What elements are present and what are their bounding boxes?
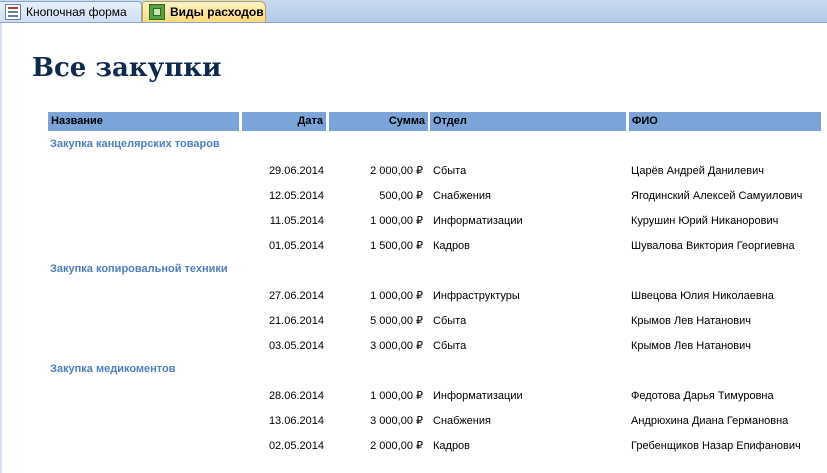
cell-sum: 1 000,00 ₽ xyxy=(370,390,423,402)
cell-fio: Ягодинский Алексей Самуилович xyxy=(631,190,803,202)
cell-date: 12.05.2014 xyxy=(268,190,324,202)
column-header-department: Отдел xyxy=(430,112,626,131)
cell-fio: Федотова Дарья Тимуровна xyxy=(631,390,774,402)
cell-date: 02.05.2014 xyxy=(268,440,324,452)
cell-department: Сбыта xyxy=(433,340,467,352)
tab-label: Виды расходов xyxy=(170,5,264,19)
tab-label: Кнопочная форма xyxy=(26,5,127,19)
cell-department: Снабжения xyxy=(433,415,491,427)
column-header-name: Название xyxy=(48,112,239,131)
cell-department: Снабжения xyxy=(433,190,491,202)
form-icon xyxy=(5,4,21,20)
cell-sum: 3 000,00 ₽ xyxy=(370,340,423,352)
cell-department: Инфраструктуры xyxy=(433,290,520,302)
table-row: 13.06.2014 3 000,00 ₽ Снабжения Андрюхин… xyxy=(2,412,827,430)
cell-date: 29.06.2014 xyxy=(268,165,324,177)
cell-sum: 1 500,00 ₽ xyxy=(370,240,423,252)
cell-sum: 2 000,00 ₽ xyxy=(370,165,423,177)
column-header-fio: ФИО xyxy=(629,112,821,131)
table-row: 01.05.2014 1 500,00 ₽ Кадров Шувалова Ви… xyxy=(2,237,827,255)
cell-department: Информатизации xyxy=(433,390,523,402)
cell-fio: Гребенщиков Назар Епифанович xyxy=(631,440,801,452)
table-row: 27.06.2014 1 000,00 ₽ Инфраструктуры Шве… xyxy=(2,287,827,305)
table-row: 02.05.2014 2 000,00 ₽ Кадров Гребенщиков… xyxy=(2,437,827,455)
table-row: 03.05.2014 3 000,00 ₽ Сбыта Крымов Лев Н… xyxy=(2,337,827,355)
cell-fio: Царёв Андрей Данилевич xyxy=(631,165,764,177)
table-row: 21.06.2014 5 000,00 ₽ Сбыта Крымов Лев Н… xyxy=(2,312,827,330)
cell-sum: 500,00 ₽ xyxy=(379,190,423,202)
group-header: Закупка копировальной техники xyxy=(50,263,228,275)
tab-expense-types[interactable]: Виды расходов xyxy=(142,1,266,22)
cell-department: Кадров xyxy=(433,440,471,452)
cell-date: 03.05.2014 xyxy=(268,340,324,352)
cell-fio: Андрюхина Диана Германовна xyxy=(631,415,789,427)
table-row: 12.05.2014 500,00 ₽ Снабжения Ягодинский… xyxy=(2,187,827,205)
cell-fio: Крымов Лев Натанович xyxy=(631,340,752,352)
cell-fio: Швецова Юлия Николаевна xyxy=(631,290,774,302)
cell-department: Кадров xyxy=(433,240,471,252)
column-header-date: Дата xyxy=(242,112,326,131)
cell-department: Сбыта xyxy=(433,315,467,327)
report-title: Все закупки xyxy=(32,53,222,83)
cell-sum: 5 000,00 ₽ xyxy=(370,315,423,327)
cell-date: 11.05.2014 xyxy=(269,215,324,227)
group-header: Закупка канцелярских товаров xyxy=(50,138,220,150)
cell-fio: Шувалова Виктория Георгиевна xyxy=(631,240,795,252)
cell-sum: 1 000,00 ₽ xyxy=(370,215,423,227)
table-row: 28.06.2014 1 000,00 ₽ Информатизации Фед… xyxy=(2,387,827,405)
report-icon xyxy=(149,4,165,20)
cell-fio: Курушин Юрий Никанорович xyxy=(631,215,779,227)
cell-department: Сбыта xyxy=(433,165,467,177)
cell-date: 21.06.2014 xyxy=(268,315,324,327)
cell-sum: 3 000,00 ₽ xyxy=(370,415,423,427)
cell-date: 13.06.2014 xyxy=(268,415,324,427)
document-tab-strip: Кнопочная форма Виды расходов xyxy=(0,0,827,23)
cell-date: 28.06.2014 xyxy=(268,390,324,402)
column-header-sum: Сумма xyxy=(329,112,428,131)
tab-switchboard-form[interactable]: Кнопочная форма xyxy=(0,1,142,22)
cell-date: 01.05.2014 xyxy=(268,240,324,252)
cell-sum: 2 000,00 ₽ xyxy=(370,440,423,452)
report-view: Все закупки Название Дата Сумма Отдел ФИ… xyxy=(0,23,827,473)
cell-fio: Крымов Лев Натанович xyxy=(631,315,752,327)
cell-sum: 1 000,00 ₽ xyxy=(370,290,423,302)
group-header: Закупка медикоментов xyxy=(50,363,176,375)
cell-date: 27.06.2014 xyxy=(268,290,324,302)
cell-department: Информатизации xyxy=(433,215,523,227)
table-row: 11.05.2014 1 000,00 ₽ Информатизации Кур… xyxy=(2,212,827,230)
table-row: 29.06.2014 2 000,00 ₽ Сбыта Царёв Андрей… xyxy=(2,162,827,180)
